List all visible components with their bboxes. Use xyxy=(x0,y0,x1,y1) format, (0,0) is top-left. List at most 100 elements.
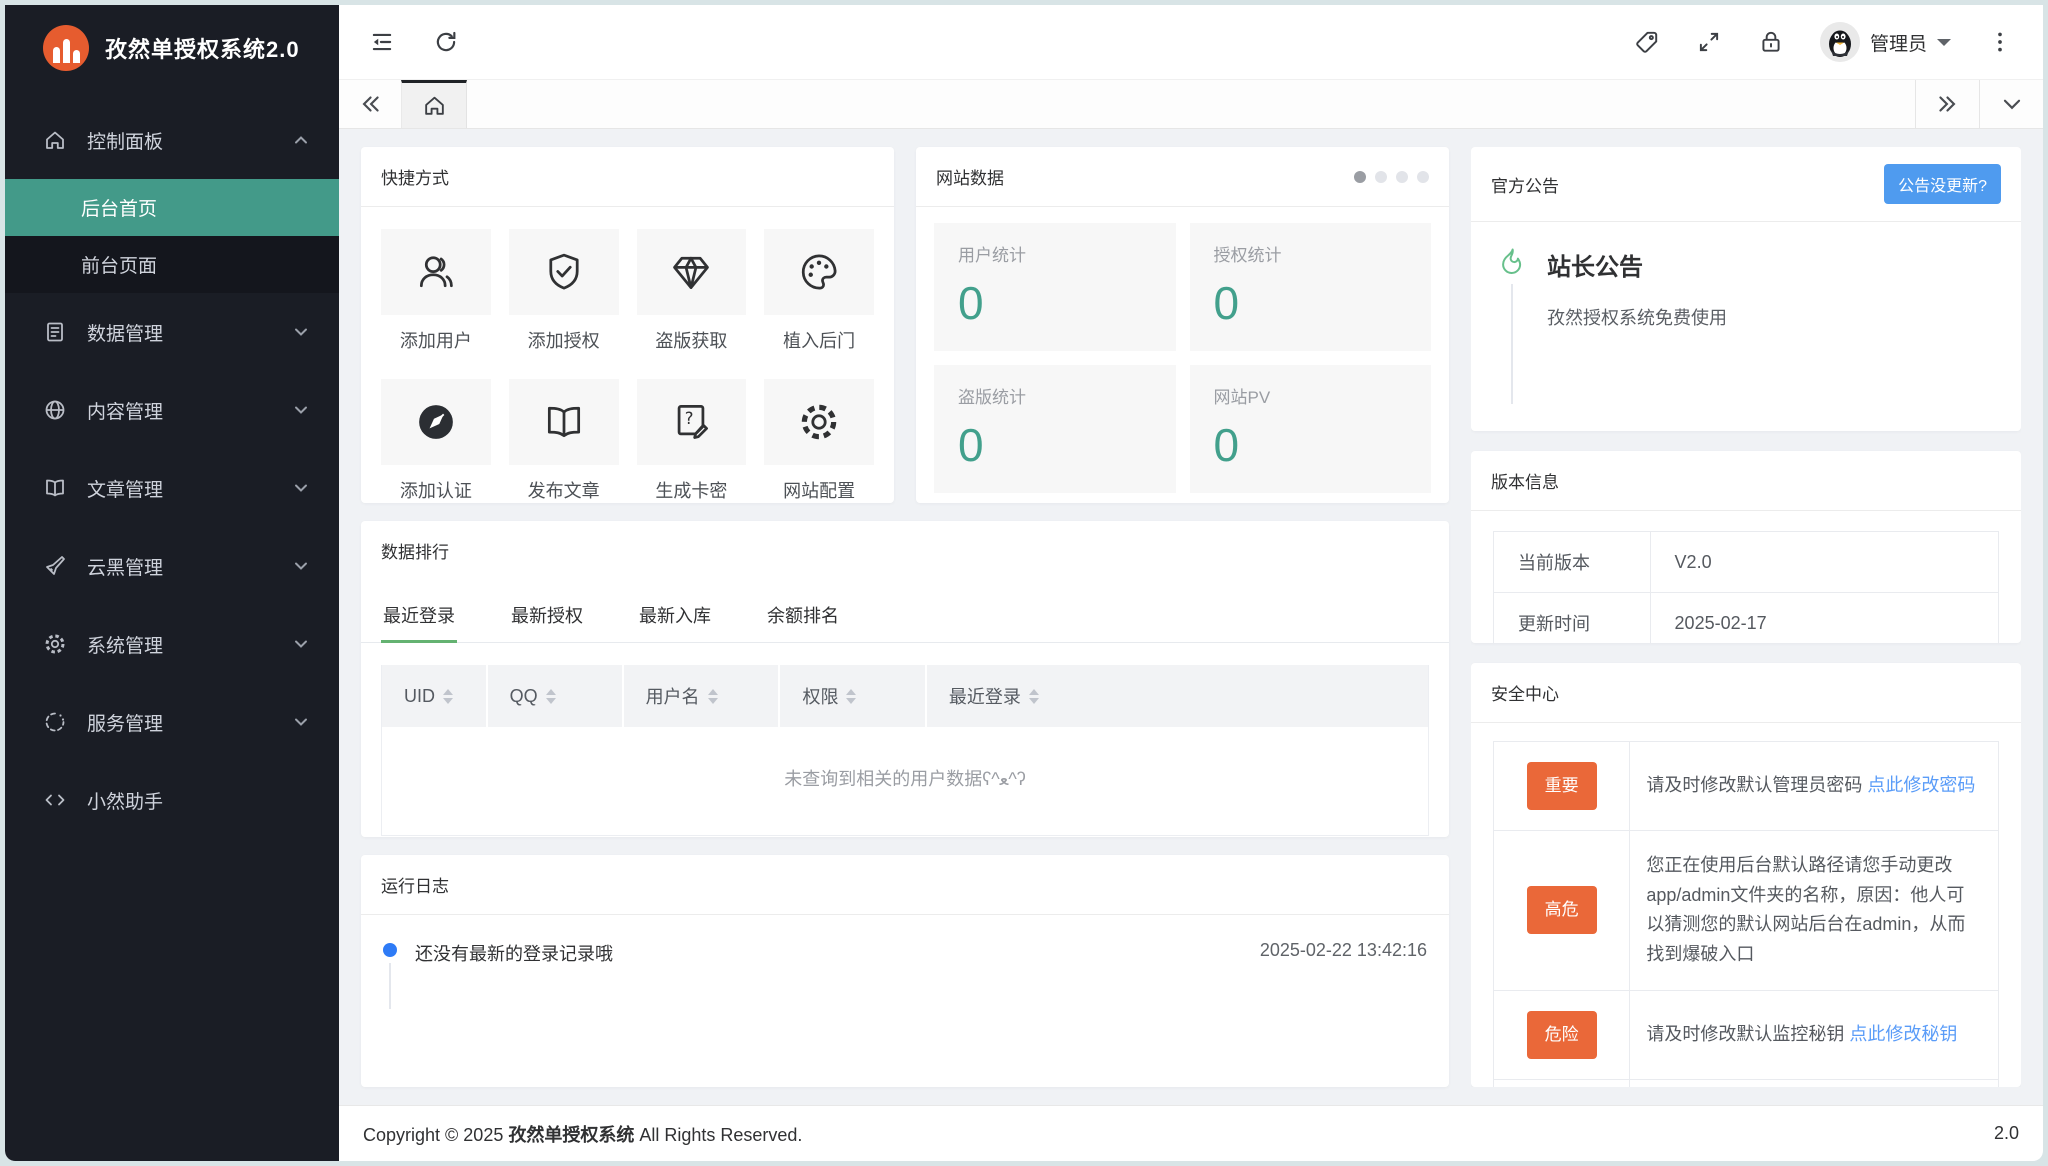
table-row: 重要 请及时修改默认管理员密码 点此修改密码 xyxy=(1494,742,1999,831)
globe-icon xyxy=(43,398,67,422)
tabs-scroll-left-button[interactable] xyxy=(339,80,401,128)
chevron-down-icon xyxy=(293,636,309,652)
log-text: 还没有最新的登录记录哦 xyxy=(415,939,1242,966)
log-list: 还没有最新的登录记录哦 2025-02-22 13:42:16 xyxy=(361,915,1449,1033)
pager-dot[interactable] xyxy=(1375,171,1387,183)
pager-dot[interactable] xyxy=(1396,171,1408,183)
shortcuts-grid: 添加用户 添加授权 盗版获取 xyxy=(361,207,894,503)
chevron-down-icon xyxy=(293,480,309,496)
stat-users-value: 0 xyxy=(958,276,1152,330)
copyright-text: Copyright © 2025 孜然单授权系统 All Rights Rese… xyxy=(363,1121,802,1147)
sort-toggle[interactable] xyxy=(846,689,856,704)
collapse-sidebar-icon[interactable] xyxy=(369,29,395,55)
sidebar-item-article-management[interactable]: 文章管理 xyxy=(5,449,339,527)
tab-recent-login[interactable]: 最近登录 xyxy=(381,586,457,642)
sort-toggle[interactable] xyxy=(546,689,556,704)
ranking-table: UID QQ 用户名 权限 最近登录 未查询到相关的用户数据ʕ^ﻌ^ʔ xyxy=(381,665,1429,836)
book-icon xyxy=(542,400,586,444)
tabs-scroll-right-button[interactable] xyxy=(1915,80,1979,128)
right-column: 官方公告 公告没更新? 站长公告 xyxy=(1471,147,2021,1087)
table-row: 当前版本 V2.0 xyxy=(1494,532,1999,593)
sidebar-menu: 控制面板 后台首页 前台页面 数据管理 xyxy=(5,91,339,1161)
stat-pv-value: 0 xyxy=(1214,418,1408,472)
user-menu[interactable]: 管理员 xyxy=(1820,22,1951,62)
shortcut-generate-card-key[interactable]: ? 生成卡密 xyxy=(637,379,747,503)
sidebar-item-control-panel[interactable]: 控制面板 xyxy=(5,101,339,179)
security-center-card-title: 安全中心 xyxy=(1471,663,2021,723)
sidebar-item-assistant[interactable]: 小然助手 xyxy=(5,761,339,839)
brand-name: 孜然单授权系统 xyxy=(508,1125,634,1145)
avatar xyxy=(1820,22,1860,62)
update-time-key: 更新时间 xyxy=(1494,593,1651,644)
more-vertical-icon[interactable] xyxy=(1987,29,2013,55)
lock-icon[interactable] xyxy=(1758,29,1784,55)
card-key-icon: ? xyxy=(669,400,713,444)
fullscreen-icon[interactable] xyxy=(1696,29,1722,55)
pager-dot[interactable] xyxy=(1354,171,1366,183)
shortcut-add-authorization[interactable]: 添加授权 xyxy=(509,229,619,353)
table-row: 危险 请及时修改默认监控秘钥 点此修改秘钥 xyxy=(1494,990,1999,1079)
tab-balance-ranking[interactable]: 余额排名 xyxy=(765,586,841,642)
sort-toggle[interactable] xyxy=(443,689,453,704)
app-root: 孜然单授权系统2.0 控制面板 后台首页 前台页面 数据管理 xyxy=(5,5,2043,1161)
chevron-down-icon xyxy=(293,324,309,340)
table-row: 当前主机的数据库用户名与密码相 xyxy=(1494,1079,1999,1087)
sidebar-item-service-management[interactable]: 服务管理 xyxy=(5,683,339,761)
tab-latest-storage[interactable]: 最新入库 xyxy=(637,586,713,642)
shortcut-implant-backdoor[interactable]: 植入后门 xyxy=(764,229,874,353)
document-icon xyxy=(43,320,67,344)
sidebar-item-system-management[interactable]: 系统管理 xyxy=(5,605,339,683)
flame-icon xyxy=(1497,246,1527,276)
version-info-card-title: 版本信息 xyxy=(1471,451,2021,511)
sort-toggle[interactable] xyxy=(708,689,718,704)
announcement-item-title: 站长公告 xyxy=(1547,247,1727,282)
shortcut-piracy-fetch[interactable]: 盗版获取 xyxy=(637,229,747,353)
announcement-refresh-button[interactable]: 公告没更新? xyxy=(1884,164,2001,204)
change-secret-link[interactable]: 点此修改秘钥 xyxy=(1849,1024,1957,1044)
run-log-card: 运行日志 还没有最新的登录记录哦 2025-02-22 13:42:16 xyxy=(361,855,1449,1087)
tab-home[interactable] xyxy=(401,80,467,128)
shortcut-site-config[interactable]: 网站配置 xyxy=(764,379,874,503)
stats-pager-dots xyxy=(1354,171,1429,183)
sidebar-item-frontend-page[interactable]: 前台页面 xyxy=(5,236,339,293)
app-title: 孜然单授权系统2.0 xyxy=(105,32,300,64)
tag-icon[interactable] xyxy=(1634,29,1660,55)
shortcut-publish-article[interactable]: 发布文章 xyxy=(509,379,619,503)
sidebar-item-data-management[interactable]: 数据管理 xyxy=(5,293,339,371)
shortcut-add-user[interactable]: 添加用户 xyxy=(381,229,491,353)
user-name: 管理员 xyxy=(1870,29,1927,56)
timeline-rail xyxy=(383,939,397,1009)
service-icon xyxy=(43,710,67,734)
table-row: 高危 您正在使用后台默认路径请您手动更改app/admin文件夹的名称，原因：他… xyxy=(1494,831,1999,991)
ranking-tabs: 最近登录 最新授权 最新入库 余额排名 xyxy=(361,586,1449,643)
sidebar-item-content-management[interactable]: 内容管理 xyxy=(5,371,339,449)
sort-toggle[interactable] xyxy=(1029,689,1039,704)
window-frame: 孜然单授权系统2.0 控制面板 后台首页 前台页面 数据管理 xyxy=(0,0,2048,1166)
sidebar-item-backend-home[interactable]: 后台首页 xyxy=(5,179,339,236)
stat-piracy: 盗版统计 0 xyxy=(934,365,1176,493)
refresh-icon[interactable] xyxy=(433,29,459,55)
compass-icon xyxy=(414,400,458,444)
announcement-card: 官方公告 公告没更新? 站长公告 xyxy=(1471,147,2021,431)
user-icon xyxy=(414,250,458,294)
change-password-link[interactable]: 点此修改密码 xyxy=(1867,775,1975,795)
stat-authorizations-value: 0 xyxy=(1214,276,1408,330)
shortcut-add-certification[interactable]: 添加认证 xyxy=(381,379,491,503)
chevron-up-icon xyxy=(293,132,309,148)
pager-dot[interactable] xyxy=(1417,171,1429,183)
tabs-menu-button[interactable] xyxy=(1979,80,2043,128)
log-timestamp: 2025-02-22 13:42:16 xyxy=(1260,939,1427,961)
announcement-body: 站长公告 孜然授权系统免费使用 xyxy=(1471,222,2021,428)
tab-latest-authorization[interactable]: 最新授权 xyxy=(509,586,585,642)
tabbar-spacer xyxy=(467,80,1915,128)
main-area: 管理员 xyxy=(339,5,2043,1161)
security-text: 您正在使用后台默认路径请您手动更改app/admin文件夹的名称，原因：他人可以… xyxy=(1646,855,1965,964)
app-logo: 孜然单授权系统2.0 xyxy=(5,5,339,91)
stat-users: 用户统计 0 xyxy=(934,223,1176,351)
security-text: 请及时修改默认管理员密码 xyxy=(1646,775,1867,795)
sidebar-item-cloudblack-management[interactable]: 云黑管理 xyxy=(5,527,339,605)
update-time-value: 2025-02-17 xyxy=(1650,593,1998,644)
run-log-card-title: 运行日志 xyxy=(361,855,1449,915)
footer-version: 2.0 xyxy=(1994,1123,2019,1144)
version-key: 当前版本 xyxy=(1494,532,1651,593)
